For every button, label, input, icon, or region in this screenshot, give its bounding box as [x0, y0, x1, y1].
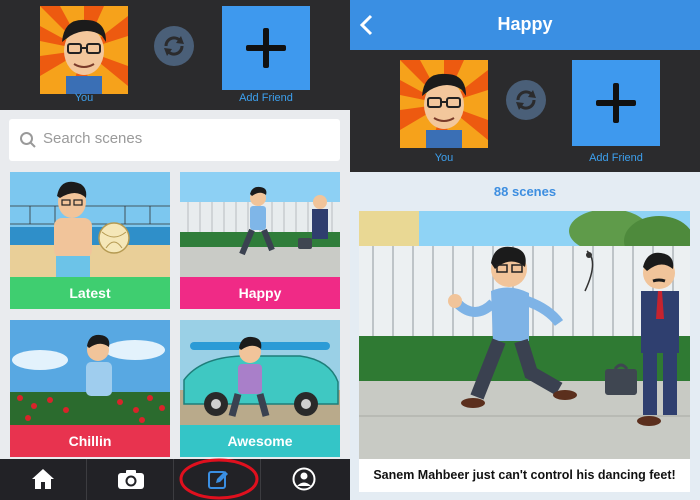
scene-image-chillin — [10, 320, 170, 425]
scene-caption-bar: Sanem Mahbeer just can't control his dan… — [359, 459, 690, 492]
search-icon — [20, 132, 36, 148]
scene-image-happy — [180, 172, 340, 277]
nav-edit-button[interactable] — [174, 458, 261, 500]
page-title: Happy — [497, 14, 553, 34]
search-input[interactable] — [43, 130, 323, 147]
featured-scene[interactable] — [359, 211, 690, 459]
user-avatar[interactable] — [400, 60, 488, 148]
edit-icon — [208, 471, 228, 489]
add-friend-button[interactable] — [222, 6, 310, 90]
profile-icon — [292, 467, 316, 491]
add-friend-button[interactable] — [572, 60, 660, 146]
scene-count: 88 scenes — [493, 184, 557, 199]
scenes-screen: You Add Friend Search scenes Latest Happ… — [0, 0, 350, 500]
swap-friend-button[interactable] — [506, 80, 546, 120]
friend-bar: You Add Friend — [350, 50, 700, 172]
scene-detail-screen: Happy You Add Friend 88 scenes Sanem Mah… — [350, 0, 700, 500]
plus-icon — [596, 83, 636, 123]
swap-friend-button[interactable] — [154, 26, 194, 66]
refresh-icon — [164, 36, 184, 56]
header-bar: Happy — [350, 0, 700, 50]
friend-bar: You Add Friend — [0, 0, 350, 110]
scene-image-latest — [10, 172, 170, 277]
nav-profile-button[interactable] — [261, 459, 348, 500]
bottom-nav — [0, 458, 350, 500]
avatar-image — [400, 60, 488, 148]
nav-camera-button[interactable] — [87, 459, 174, 500]
add-friend-label: Add Friend — [239, 92, 293, 104]
scene-tile-chillin[interactable]: Chillin — [10, 320, 170, 457]
user-avatar[interactable] — [40, 6, 128, 94]
refresh-icon — [516, 90, 536, 110]
scene-caption: Sanem Mahbeer just can't control his dan… — [373, 468, 676, 482]
search-bar[interactable] — [9, 119, 340, 161]
avatar-image — [40, 6, 128, 94]
scene-tile-latest[interactable]: Latest — [10, 172, 170, 309]
add-friend-label: Add Friend — [589, 152, 643, 164]
you-label: You — [74, 92, 94, 104]
scene-label-chillin: Chillin — [10, 425, 170, 457]
you-label: You — [434, 152, 454, 164]
camera-icon — [118, 470, 144, 489]
scene-image-awesome — [180, 320, 340, 425]
featured-scene-image — [359, 211, 690, 459]
scene-label-latest: Latest — [10, 277, 170, 309]
home-icon — [32, 469, 54, 489]
scene-tile-happy[interactable]: Happy — [180, 172, 340, 309]
scene-label-happy: Happy — [180, 277, 340, 309]
plus-icon — [246, 28, 286, 68]
nav-home-button[interactable] — [0, 459, 87, 500]
scene-tile-awesome[interactable]: Awesome — [180, 320, 340, 457]
